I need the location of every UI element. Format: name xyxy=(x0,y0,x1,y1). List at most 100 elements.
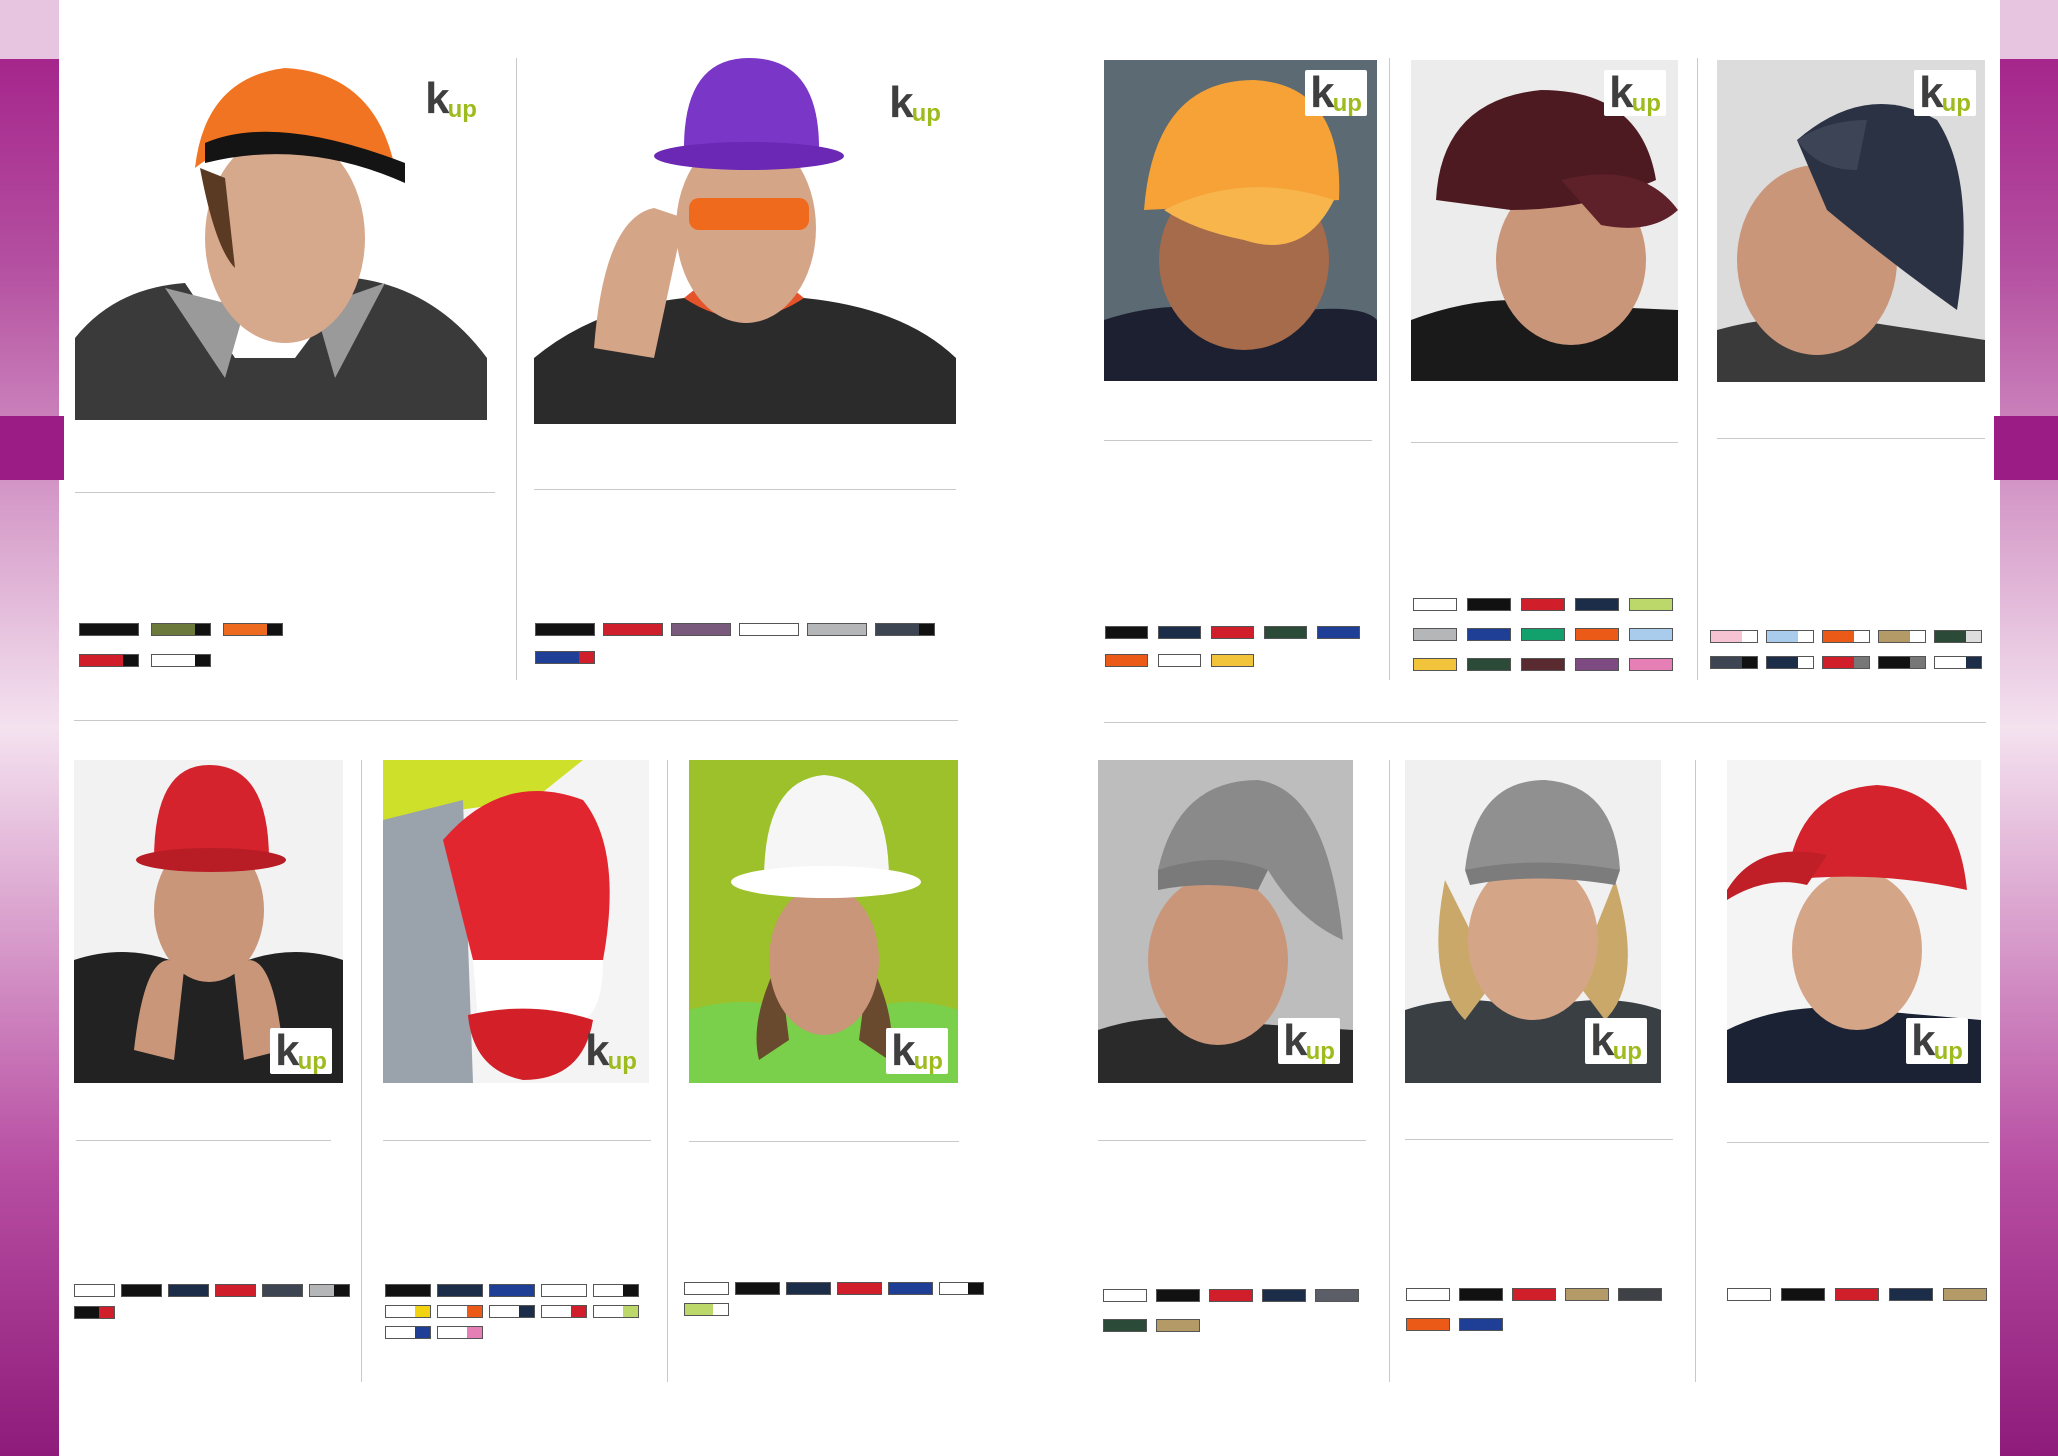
color-swatch xyxy=(1264,626,1307,639)
color-swatch xyxy=(1105,654,1148,667)
color-swatch-accent xyxy=(467,1327,482,1338)
column-divider xyxy=(516,58,517,680)
color-swatch-accent xyxy=(623,1306,638,1317)
color-swatch xyxy=(437,1284,483,1297)
color-swatch xyxy=(739,623,799,636)
color-swatch xyxy=(1781,1288,1825,1301)
color-swatch xyxy=(1211,626,1254,639)
color-swatch xyxy=(1521,658,1565,671)
right-page-edge xyxy=(1994,0,2058,1456)
color-swatch xyxy=(1766,630,1814,643)
column-divider xyxy=(1695,760,1696,1382)
color-swatch xyxy=(1262,1289,1306,1302)
color-swatch xyxy=(1565,1288,1609,1301)
left-page-edge xyxy=(0,0,64,1456)
color-swatch xyxy=(1878,630,1926,643)
left-section-divider xyxy=(74,720,958,721)
color-swatch-accent xyxy=(1798,631,1813,642)
color-swatch xyxy=(1103,1319,1147,1332)
color-swatch-accent xyxy=(1966,631,1981,642)
color-swatch xyxy=(1835,1288,1879,1301)
kup-logo: kup xyxy=(425,74,477,124)
color-swatch xyxy=(437,1305,483,1318)
color-swatch-accent xyxy=(415,1306,430,1317)
color-swatch xyxy=(1105,626,1148,639)
color-swatch-accent xyxy=(1854,657,1869,668)
color-swatch xyxy=(1629,628,1673,641)
color-swatch xyxy=(1934,630,1982,643)
color-swatch xyxy=(1209,1289,1253,1302)
color-swatch-accent xyxy=(571,1306,586,1317)
color-swatch xyxy=(74,1284,115,1297)
color-swatch xyxy=(1943,1288,1987,1301)
color-swatch xyxy=(535,651,595,664)
color-swatch xyxy=(1766,656,1814,669)
color-swatch xyxy=(1710,630,1758,643)
color-swatch xyxy=(489,1305,535,1318)
product-rule xyxy=(1717,438,1985,439)
color-swatch-accent xyxy=(195,624,210,635)
color-swatch xyxy=(1618,1288,1662,1301)
column-divider xyxy=(667,760,668,1382)
kup-logo: kup xyxy=(889,78,941,128)
color-swatch xyxy=(1710,656,1758,669)
color-swatch xyxy=(1575,598,1619,611)
color-swatch-accent xyxy=(1742,657,1757,668)
color-swatch-accent xyxy=(123,655,138,666)
color-swatch xyxy=(151,654,211,667)
column-divider xyxy=(1389,58,1390,680)
kup-logo: kup xyxy=(1585,1018,1647,1065)
color-swatch xyxy=(223,623,283,636)
color-swatch xyxy=(1822,656,1870,669)
color-swatch xyxy=(1211,654,1254,667)
color-swatch-accent xyxy=(467,1306,482,1317)
color-swatch-accent xyxy=(1854,631,1869,642)
color-swatch xyxy=(151,623,211,636)
kup-logo: kup xyxy=(1906,1018,1968,1065)
color-swatch xyxy=(593,1284,639,1297)
color-swatch xyxy=(603,623,663,636)
kup-logo: kup xyxy=(585,1026,637,1076)
color-swatch xyxy=(807,623,867,636)
color-swatch xyxy=(1512,1288,1556,1301)
color-swatch xyxy=(1103,1289,1147,1302)
color-swatch xyxy=(1158,626,1201,639)
color-swatch-accent xyxy=(415,1327,430,1338)
color-swatch xyxy=(1413,628,1457,641)
kup-logo: kup xyxy=(1305,70,1367,117)
color-swatch xyxy=(1315,1289,1359,1302)
left-edge-tab xyxy=(0,416,64,480)
color-swatch xyxy=(79,623,139,636)
color-swatch xyxy=(837,1282,882,1295)
product-rule xyxy=(1405,1139,1673,1140)
color-swatch xyxy=(1406,1288,1450,1301)
product-rule xyxy=(1411,442,1678,443)
color-swatch xyxy=(1575,658,1619,671)
color-swatch xyxy=(1521,628,1565,641)
color-swatch xyxy=(489,1284,535,1297)
color-swatch-accent xyxy=(1966,657,1981,668)
kup-logo: kup xyxy=(886,1028,948,1075)
color-swatch xyxy=(262,1284,303,1297)
color-swatch xyxy=(385,1284,431,1297)
color-swatch xyxy=(215,1284,256,1297)
color-swatch xyxy=(684,1303,729,1316)
color-swatch-accent xyxy=(713,1304,728,1315)
color-swatch-accent xyxy=(579,652,594,663)
color-swatch xyxy=(385,1326,431,1339)
color-swatch xyxy=(888,1282,933,1295)
color-swatch xyxy=(1459,1318,1503,1331)
color-swatch xyxy=(1889,1288,1933,1301)
color-swatch xyxy=(1413,658,1457,671)
product-rule xyxy=(76,1140,331,1141)
color-swatch xyxy=(1629,598,1673,611)
color-swatch xyxy=(786,1282,831,1295)
color-swatch xyxy=(1727,1288,1771,1301)
color-swatch xyxy=(121,1284,162,1297)
color-swatch xyxy=(939,1282,984,1295)
color-swatch xyxy=(168,1284,209,1297)
kup-logo: kup xyxy=(1604,70,1666,117)
color-swatch-accent xyxy=(968,1283,983,1294)
color-swatch xyxy=(1406,1318,1450,1331)
color-swatch-accent xyxy=(1910,657,1925,668)
